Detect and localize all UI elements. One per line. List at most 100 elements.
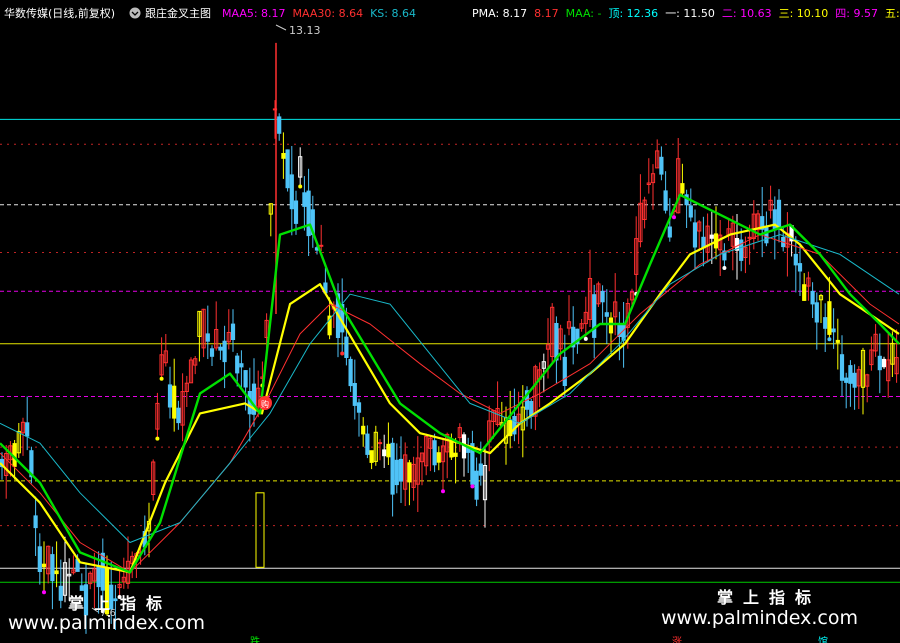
candle-body-165 (692, 222, 698, 248)
candle-body-209 (877, 355, 882, 371)
level-value-2: MAA: - (566, 7, 602, 20)
kline-chart[interactable]: 购 13.13 7.6 华数传媒(日线,前复权) 跟庄金叉主图 MAA5: 8.… (0, 0, 900, 643)
indicator-value-2: KS: 8.64 (370, 7, 416, 20)
level-values: PMA: 8.17 8.17 MAA: - 顶: 12.36 一: 11.50 二: 10… (472, 7, 900, 20)
candle-body-93 (390, 442, 395, 495)
candle-body-91 (382, 449, 387, 457)
candle-body-82 (344, 336, 349, 359)
candle-body-164 (688, 205, 693, 218)
candle-body-10 (41, 563, 47, 568)
candle-body-185 (776, 199, 782, 228)
circle-dropdown-icon-body[interactable] (129, 7, 141, 19)
candle-body-202 (848, 365, 853, 384)
high-price-label: 13.13 (289, 24, 321, 37)
signal-dot-172 (722, 266, 727, 270)
candle-body-159 (667, 226, 672, 238)
candle-body-70 (293, 200, 299, 224)
candle-body-178 (747, 236, 752, 239)
candle-body-69 (289, 174, 294, 210)
candle-body-8 (33, 515, 38, 529)
candle-body-169 (709, 234, 714, 239)
candle-body-157 (659, 156, 664, 175)
candle-body-199 (835, 339, 840, 343)
candle-body-13 (54, 570, 59, 575)
candle-body-107 (449, 439, 454, 458)
candle-body-194 (814, 302, 819, 323)
candle-body-198 (831, 328, 836, 333)
level-value-6: 三: 10.10 (779, 7, 829, 20)
indicator-value-0: MAA5: 8.17 (222, 7, 286, 20)
bottom-right-mark: 馆 (818, 635, 828, 643)
watermark-left-cn: 掌上指标 (68, 594, 172, 613)
candle-body-90 (377, 442, 383, 445)
candle-body-184 (772, 209, 777, 231)
candle-body-14 (58, 585, 63, 601)
candle-body-95 (398, 458, 404, 482)
signal-dot-38 (159, 376, 164, 381)
candle-body-92 (386, 443, 391, 458)
candle-body-108 (453, 452, 458, 457)
candle-body-85 (356, 402, 362, 413)
indicator-values: MAA5: 8.17 MAA30: 8.64 KS: 8.64 (222, 7, 416, 20)
candle-body-72 (302, 192, 307, 207)
candle-body-193 (810, 290, 815, 305)
candle-body-49 (205, 333, 210, 342)
level-value-0: PMA: 8.17 (472, 7, 527, 20)
candle-body-52 (218, 346, 223, 351)
candle-body-143 (600, 290, 605, 303)
indicator-value-1: MAA30: 8.64 (293, 7, 364, 20)
candle-body-200 (839, 354, 845, 381)
candle-body-104 (436, 452, 441, 463)
signal-dot-71 (298, 184, 303, 189)
level-value-1: 8.17 (534, 7, 559, 20)
candle-body-83 (348, 358, 353, 387)
watermark-right-url: www.palmindex.com (661, 607, 858, 629)
candle-body-53 (222, 340, 227, 363)
candle-body-114 (478, 463, 483, 476)
candle-body-201 (844, 377, 849, 383)
chart-background (0, 0, 900, 643)
candle-body-144 (604, 312, 609, 317)
level-value-5: 二: 10.63 (722, 7, 772, 20)
candle-body-9 (37, 546, 42, 572)
candle-body-12 (50, 554, 55, 582)
candle-body-66 (277, 116, 282, 134)
candle-body-196 (823, 317, 828, 329)
candle-body-67 (281, 153, 286, 159)
candle-body-103 (432, 440, 437, 466)
signal-dot-112 (470, 484, 475, 489)
watermark-right-cn: 掌上指标 (717, 588, 821, 607)
candle-body-162 (680, 183, 685, 194)
bottom-left-mark: 跌 (250, 635, 260, 643)
candle-body-86 (361, 425, 366, 435)
signal-dot-139 (583, 336, 588, 341)
candle-body-56 (235, 355, 240, 374)
candle-body-145 (608, 317, 614, 334)
candle-body-97 (407, 462, 412, 483)
candle-body-141 (592, 294, 597, 338)
buy-signal-label: 购 (261, 399, 269, 409)
signal-dot-81 (340, 351, 345, 356)
buy-signal-marker: 购 (258, 396, 272, 410)
signal-dot-105 (441, 489, 445, 494)
candle-body-55 (230, 323, 236, 341)
candle-body-189 (793, 253, 798, 266)
candle-body-6 (25, 422, 30, 437)
level-value-4: 一: 11.50 (665, 7, 715, 20)
candle-body-191 (802, 284, 807, 301)
stock-title: 华数传媒(日线,前复权) (4, 6, 115, 20)
candle-body-113 (474, 470, 479, 500)
signal-dot-197 (827, 337, 832, 342)
signal-dot-160 (672, 215, 676, 220)
candle-body-132 (554, 323, 559, 361)
circle-dropdown-icon[interactable] (129, 7, 141, 19)
indicator-name[interactable]: 跟庄金叉主图 (145, 6, 211, 20)
candle-body-24 (100, 552, 105, 591)
candle-body-76 (319, 244, 324, 247)
candle-body-23 (96, 565, 101, 588)
signal-dot-37 (155, 436, 160, 441)
candle-body-87 (365, 433, 370, 455)
candle-body-197 (827, 301, 832, 335)
level-value-7: 四: 9.57 (835, 7, 878, 20)
candle-body-50 (209, 348, 215, 357)
